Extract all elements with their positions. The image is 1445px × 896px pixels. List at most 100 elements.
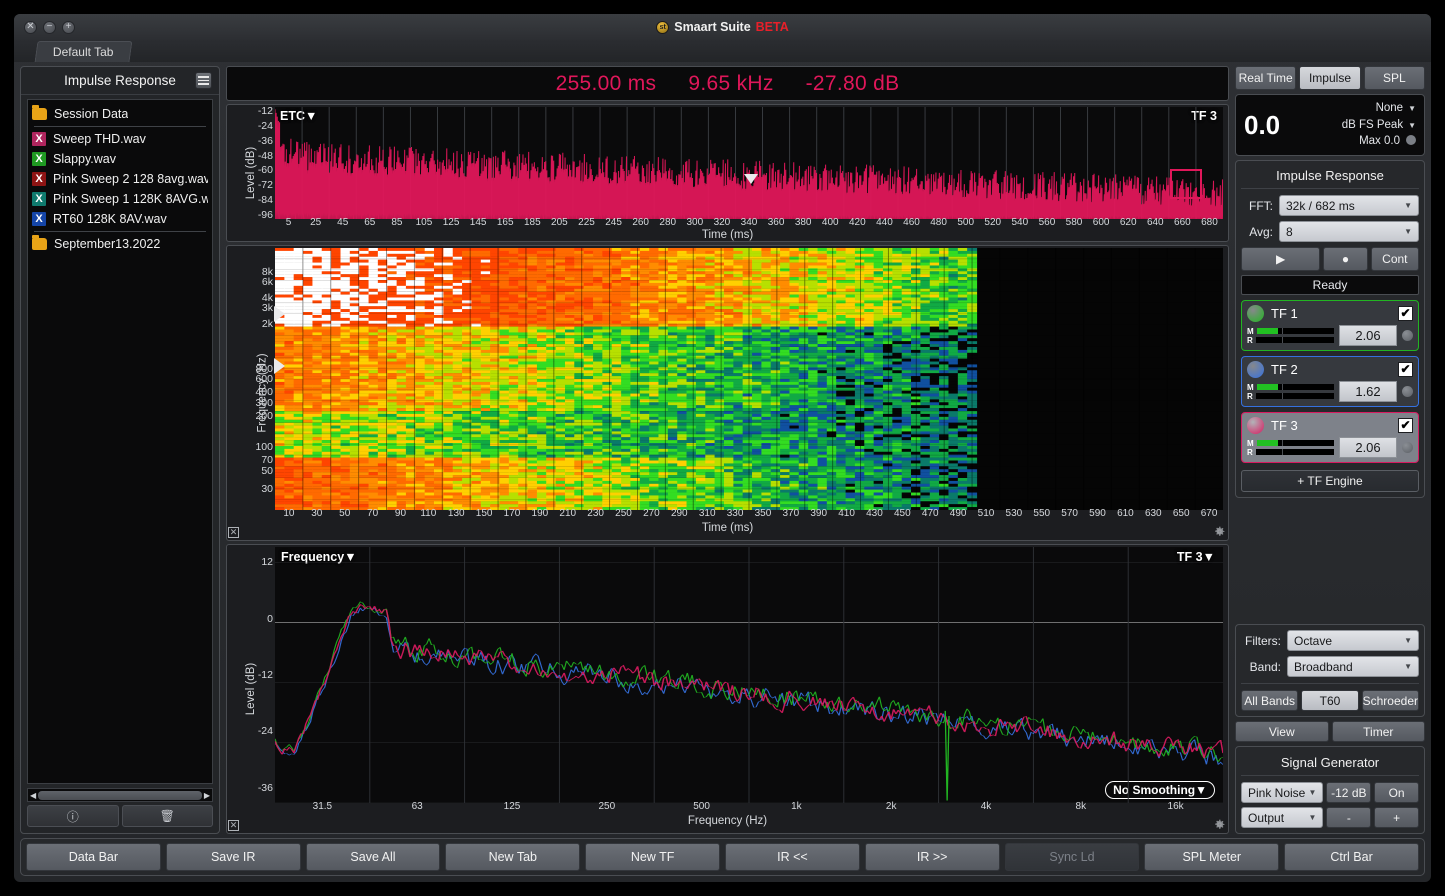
filters-select[interactable]: Octave▼: [1287, 630, 1419, 651]
mode-tab-impulse[interactable]: Impulse: [1299, 66, 1360, 90]
view-tab-timer[interactable]: Timer: [1332, 721, 1426, 742]
selection-box[interactable]: [1170, 169, 1202, 199]
record-button[interactable]: ●: [1323, 247, 1367, 271]
cursor-marker[interactable]: [744, 174, 758, 184]
hamburger-icon[interactable]: [195, 72, 212, 89]
axis-tick-label: 190: [532, 508, 549, 519]
add-tf-engine-button[interactable]: + TF Engine: [1241, 470, 1419, 492]
tf-engine-list: TF 1✔MR2.06TF 2✔MR1.62TF 3✔MR2.06: [1241, 300, 1419, 463]
band-tab-schroeder[interactable]: Schroeder: [1362, 690, 1419, 711]
cursor-handle[interactable]: [274, 306, 285, 322]
axis-tick-label: 90: [395, 508, 406, 519]
tf-engine-name: TF 2: [1271, 362, 1391, 377]
etc-trace: [275, 107, 1223, 219]
gear-icon[interactable]: [1213, 525, 1226, 538]
tf-engine-card[interactable]: TF 1✔MR2.06: [1241, 300, 1419, 351]
meter-weighting-selector[interactable]: None▼: [1286, 100, 1416, 117]
bottom-button-ir[interactable]: IR <<: [725, 843, 860, 871]
scroll-left-icon[interactable]: ◀: [30, 791, 36, 800]
cont-button[interactable]: Cont: [1371, 247, 1419, 271]
right-panel: Real TimeImpulseSPL 0.0 None▼ dB FS Peak…: [1235, 66, 1425, 834]
etc-canvas[interactable]: ETC▼ TF 3: [275, 107, 1223, 219]
mode-tab-spl[interactable]: SPL: [1364, 66, 1425, 90]
fft-select[interactable]: 32k / 682 ms▼: [1279, 195, 1419, 216]
bottom-button-new-tf[interactable]: New TF: [585, 843, 720, 871]
tf-enable-checkbox[interactable]: ✔: [1398, 418, 1413, 433]
signal-on-button[interactable]: On: [1374, 782, 1419, 803]
band-tab-all-bands[interactable]: All Bands: [1241, 690, 1298, 711]
impulse-response-group: Impulse Response FFT: 32k / 682 ms▼ Avg:…: [1235, 160, 1425, 498]
close-icon[interactable]: ✕: [228, 820, 239, 831]
plot-grid: [275, 248, 1223, 510]
bottom-button-spl-meter[interactable]: SPL Meter: [1144, 843, 1279, 871]
axis-tick-label: 550: [1033, 508, 1050, 519]
signal-level-button[interactable]: -12 dB: [1326, 782, 1371, 803]
avg-select[interactable]: 8▼: [1279, 221, 1419, 242]
tf-engine-card[interactable]: TF 3✔MR2.06: [1241, 412, 1419, 463]
session-file-list[interactable]: Session DataXSweep THD.wavXSlappy.wavXPi…: [27, 99, 213, 784]
bottom-button-new-tab[interactable]: New Tab: [445, 843, 580, 871]
spectrograph-canvas[interactable]: Spectrograph▼ TF 3▼ Calc FFT: 8k▼ Interv…: [275, 248, 1223, 510]
plot-area: 255.00 ms 9.65 kHz -27.80 dB Level (dB) …: [226, 66, 1229, 834]
trash-icon[interactable]: 🗑: [122, 805, 214, 827]
level-up-button[interactable]: +: [1374, 807, 1419, 828]
meter-r-label: R: [1247, 336, 1253, 345]
axis-tick-label: 290: [671, 508, 688, 519]
tf-enable-checkbox[interactable]: ✔: [1398, 362, 1413, 377]
scrollbar-thumb[interactable]: [38, 791, 202, 800]
horizontal-scrollbar[interactable]: ◀ ▶: [27, 788, 213, 802]
tab-default[interactable]: Default Tab: [35, 41, 132, 62]
axis-tick-label: 520: [984, 217, 1001, 228]
list-item[interactable]: Session Data: [28, 104, 212, 124]
etc-x-ticks: 5254565851051251451651852052252452602803…: [275, 217, 1223, 229]
bottom-button-ir[interactable]: IR >>: [865, 843, 1000, 871]
list-item[interactable]: XSlappy.wav: [28, 149, 212, 169]
axis-tick-label: 145: [470, 217, 487, 228]
band-tab-t60[interactable]: T60: [1301, 690, 1358, 711]
etc-x-axis-label: Time (ms): [227, 229, 1228, 241]
list-item-label: Pink Sweep 2 128 8avg.wav: [53, 172, 208, 186]
tf-delay-value[interactable]: 2.06: [1339, 325, 1397, 346]
meter-unit-selector[interactable]: dB FS Peak▼: [1286, 117, 1416, 134]
axis-tick-label: 230: [587, 508, 604, 519]
tf-enable-checkbox[interactable]: ✔: [1398, 306, 1413, 321]
list-item[interactable]: XPink Sweep 2 128 8avg.wav: [28, 169, 212, 189]
mode-tab-real-time[interactable]: Real Time: [1235, 66, 1296, 90]
axis-tick-label: 360: [768, 217, 785, 228]
gear-icon[interactable]: [1213, 818, 1226, 831]
band-label: Band:: [1241, 660, 1281, 674]
meter-max-row: Max 0.0: [1286, 133, 1416, 150]
view-tab-view[interactable]: View: [1235, 721, 1329, 742]
close-icon[interactable]: ✕: [228, 527, 239, 538]
bottom-button-save-all[interactable]: Save All: [306, 843, 441, 871]
tf-engine-card[interactable]: TF 2✔MR1.62: [1241, 356, 1419, 407]
output-select[interactable]: Output▼: [1241, 807, 1323, 828]
scroll-right-icon[interactable]: ▶: [204, 791, 210, 800]
play-button[interactable]: ▶: [1241, 247, 1320, 271]
sidebar-footer: ⓘ 🗑: [27, 805, 213, 827]
cursor-handle[interactable]: [274, 358, 285, 374]
frequency-canvas[interactable]: Frequency▼ TF 3▼ No Smoothing▼: [275, 547, 1223, 803]
tf-status-led[interactable]: [1402, 386, 1413, 397]
bottom-button-save-ir[interactable]: Save IR: [166, 843, 301, 871]
tf-status-led[interactable]: [1402, 330, 1413, 341]
list-item[interactable]: September13.2022: [28, 234, 212, 254]
frequency-traces: [275, 547, 1223, 803]
list-item[interactable]: XSweep THD.wav: [28, 129, 212, 149]
info-icon[interactable]: ⓘ: [27, 805, 119, 827]
band-select[interactable]: Broadband▼: [1287, 656, 1419, 677]
axis-tick-label: 2k: [886, 801, 897, 812]
list-item[interactable]: XRT60 128K 8AV.wav: [28, 209, 212, 229]
axis-tick-label: -84: [247, 194, 273, 206]
axis-tick-label: 640: [1147, 217, 1164, 228]
list-item[interactable]: XPink Sweep 1 128K 8AVG.wav: [28, 189, 212, 209]
signal-source-select[interactable]: Pink Noise▼: [1241, 782, 1323, 803]
bottom-button-ctrl-bar[interactable]: Ctrl Bar: [1284, 843, 1419, 871]
bottom-button-data-bar[interactable]: Data Bar: [26, 843, 161, 871]
level-down-button[interactable]: -: [1326, 807, 1371, 828]
tf-delay-value[interactable]: 1.62: [1339, 381, 1397, 402]
axis-tick-label: 3k: [243, 302, 273, 314]
tf-delay-value[interactable]: 2.06: [1339, 437, 1397, 458]
meter-reset-led[interactable]: [1406, 135, 1416, 145]
tf-status-led[interactable]: [1402, 442, 1413, 453]
